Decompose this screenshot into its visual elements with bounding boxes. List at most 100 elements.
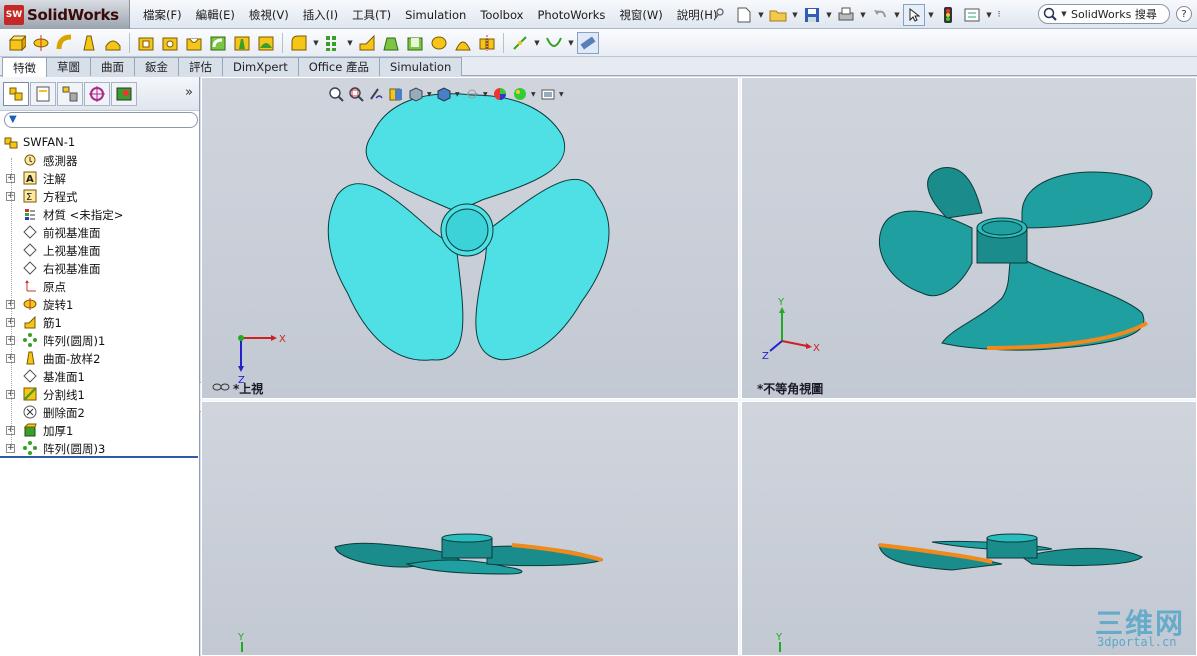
pin-menu-icon[interactable] xyxy=(713,7,727,21)
tree-item[interactable]: + 旋转1 xyxy=(0,295,198,313)
new-dropdown-icon[interactable]: ▼ xyxy=(757,11,765,19)
property-manager-tab-icon[interactable] xyxy=(30,81,56,106)
hide-show-dropdown-icon[interactable]: ▼ xyxy=(483,91,489,98)
configuration-manager-tab-icon[interactable] xyxy=(57,81,83,106)
boundary-cut-icon[interactable] xyxy=(255,32,277,54)
extruded-boss-icon[interactable] xyxy=(6,32,28,54)
tree-item[interactable]: 基准面1 xyxy=(0,367,198,385)
select-dropdown-icon[interactable]: ▼ xyxy=(927,11,935,19)
tab-surfaces[interactable]: 曲面 xyxy=(90,57,135,76)
view-settings-dropdown-icon[interactable]: ▼ xyxy=(559,91,565,98)
viewport-splitter-vertical[interactable] xyxy=(739,77,741,656)
viewport-front[interactable]: Y xyxy=(201,401,739,656)
display-style-icon[interactable] xyxy=(435,85,453,103)
tree-item[interactable]: + Σ 方程式 xyxy=(0,187,198,205)
rollback-bar[interactable] xyxy=(0,456,198,458)
tree-item[interactable]: + 分割线1 xyxy=(0,385,198,403)
tree-item[interactable]: 上视基准面 xyxy=(0,241,198,259)
mirror-icon[interactable] xyxy=(476,32,498,54)
tab-features[interactable]: 特徵 xyxy=(2,57,47,77)
shell-icon[interactable] xyxy=(404,32,426,54)
swept-cut-icon[interactable] xyxy=(207,32,229,54)
print-dropdown-icon[interactable]: ▼ xyxy=(859,11,867,19)
extruded-cut-icon[interactable] xyxy=(135,32,157,54)
apply-scene-dropdown-icon[interactable]: ▼ xyxy=(531,91,537,98)
zoom-to-fit-icon[interactable] xyxy=(327,85,345,103)
tree-item[interactable]: 原点 xyxy=(0,277,198,295)
reference-geometry-icon[interactable] xyxy=(509,32,531,54)
linear-pattern-icon[interactable] xyxy=(322,32,344,54)
section-view-icon[interactable] xyxy=(387,85,405,103)
display-manager-tab-icon[interactable] xyxy=(111,81,137,106)
tree-item[interactable]: 感測器 xyxy=(0,151,198,169)
new-document-icon[interactable] xyxy=(733,4,755,26)
help-button[interactable]: ? xyxy=(1176,6,1192,22)
tab-sketch[interactable]: 草圖 xyxy=(46,57,91,76)
dome-icon[interactable] xyxy=(452,32,474,54)
tree-item[interactable]: 材質 <未指定> xyxy=(0,205,198,223)
select-pointer-icon[interactable] xyxy=(903,3,925,26)
open-dropdown-icon[interactable]: ▼ xyxy=(791,11,799,19)
menu-toolbox[interactable]: Toolbox xyxy=(473,8,530,22)
loft-boss-icon[interactable] xyxy=(78,32,100,54)
instant3d-icon[interactable] xyxy=(577,31,599,54)
tree-item[interactable]: 右视基准面 xyxy=(0,259,198,277)
tree-item[interactable]: + 阵列(圆周)1 xyxy=(0,331,198,349)
tree-item[interactable]: + 加厚1 xyxy=(0,421,198,439)
search-box[interactable]: ▼ SolidWorks 搜尋 xyxy=(1038,4,1170,24)
options-icon[interactable] xyxy=(961,4,983,26)
link-views-icon[interactable] xyxy=(212,382,230,392)
menu-photoworks[interactable]: PhotoWorks xyxy=(530,8,612,22)
save-icon[interactable] xyxy=(801,4,823,26)
menu-view[interactable]: 檢視(V) xyxy=(242,7,296,23)
tree-item[interactable]: + 筋1 xyxy=(0,313,198,331)
more-tabs-icon[interactable]: » xyxy=(185,85,193,100)
menu-tools[interactable]: 工具(T) xyxy=(345,7,398,23)
rebuild-traffic-light-icon[interactable] xyxy=(937,4,959,26)
hole-wizard-icon[interactable] xyxy=(159,32,181,54)
lofted-cut-icon[interactable] xyxy=(231,32,253,54)
tree-item[interactable]: + 曲面-放样2 xyxy=(0,349,198,367)
options-dropdown-icon[interactable]: ▼ xyxy=(985,11,993,19)
tree-item[interactable]: + A 注解 xyxy=(0,169,198,187)
menu-edit[interactable]: 編輯(E) xyxy=(189,7,242,23)
tab-office-products[interactable]: Office 產品 xyxy=(297,57,380,76)
undo-dropdown-icon[interactable]: ▼ xyxy=(893,11,901,19)
wrap-icon[interactable] xyxy=(428,32,450,54)
fillet-icon[interactable] xyxy=(288,32,310,54)
display-style-dropdown-icon[interactable]: ▼ xyxy=(455,91,461,98)
rib-icon[interactable] xyxy=(356,32,378,54)
menu-file[interactable]: 檔案(F) xyxy=(136,7,189,23)
tab-simulation[interactable]: Simulation xyxy=(378,57,463,76)
zoom-to-area-icon[interactable] xyxy=(347,85,365,103)
viewport-top[interactable]: X Z *上視 xyxy=(201,77,739,399)
search-input[interactable]: SolidWorks 搜尋 xyxy=(1071,6,1157,22)
revolved-boss-icon[interactable] xyxy=(30,32,52,54)
feature-manager-tab-icon[interactable] xyxy=(3,81,29,106)
view-settings-icon[interactable] xyxy=(539,85,557,103)
apply-scene-icon[interactable] xyxy=(511,85,529,103)
viewport-isometric[interactable]: Y X Z *不等角視圖 xyxy=(741,77,1197,399)
tree-item[interactable]: + 阵列(圆周)3 xyxy=(0,439,198,457)
tree-filter-input[interactable]: ▼ xyxy=(4,112,198,128)
reference-dropdown-icon[interactable]: ▼ xyxy=(533,39,541,47)
hide-show-items-icon[interactable] xyxy=(463,85,481,103)
menu-simulation[interactable]: Simulation xyxy=(398,8,473,22)
revolved-cut-icon[interactable] xyxy=(183,32,205,54)
open-folder-icon[interactable] xyxy=(767,4,789,26)
print-icon[interactable] xyxy=(835,4,857,26)
app-logo[interactable]: SW SolidWorks xyxy=(0,0,130,29)
view-orientation-dropdown-icon[interactable]: ▼ xyxy=(427,91,433,98)
tree-item[interactable]: 前视基准面 xyxy=(0,223,198,241)
menu-insert[interactable]: 插入(I) xyxy=(296,7,345,23)
boundary-boss-icon[interactable] xyxy=(102,32,124,54)
menu-window[interactable]: 視窗(W) xyxy=(612,7,669,23)
save-dropdown-icon[interactable]: ▼ xyxy=(825,11,833,19)
tree-item[interactable]: 删除面2 xyxy=(0,403,198,421)
tab-evaluate[interactable]: 評估 xyxy=(178,57,223,76)
edit-appearance-icon[interactable] xyxy=(491,85,509,103)
draft-icon[interactable] xyxy=(380,32,402,54)
sweep-boss-icon[interactable] xyxy=(54,32,76,54)
previous-view-icon[interactable] xyxy=(367,85,385,103)
dimxpert-manager-tab-icon[interactable] xyxy=(84,81,110,106)
